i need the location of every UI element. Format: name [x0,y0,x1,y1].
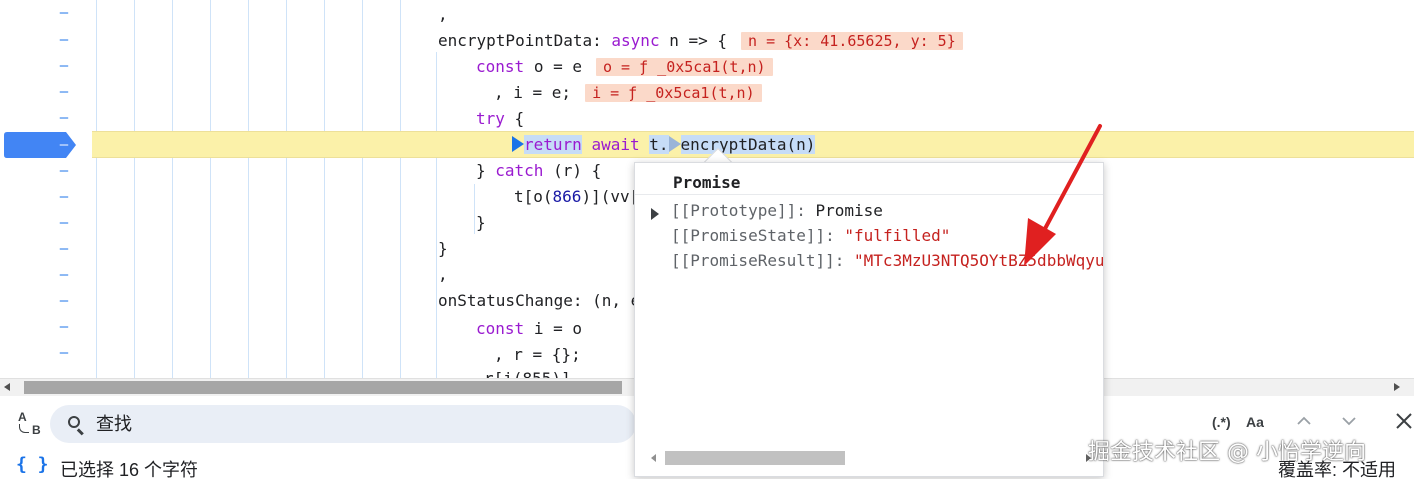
property-row-promise-state[interactable]: [[PromiseState]]: "fulfilled" [671,224,950,248]
inline-value-n[interactable]: n = {x: 41.65625, y: 5} [741,32,963,50]
code-line: try { [476,109,525,128]
scroll-left-arrow-icon[interactable] [651,454,656,462]
gutter-line-mark[interactable]: – [52,158,76,184]
indent-guide [436,52,437,378]
code-line: , [438,5,448,24]
chevron-up-icon[interactable] [1297,414,1311,428]
gutter-line-mark[interactable]: – [52,184,76,210]
indent-guide [134,0,135,378]
pretty-print-braces-icon[interactable]: { } [16,454,49,475]
indent-guide [400,0,401,378]
indent-guide [96,0,97,378]
indent-guide [172,0,173,378]
indent-guide [362,0,363,378]
gutter-line-mark[interactable]: – [52,288,76,314]
scroll-left-arrow-icon[interactable] [4,383,10,391]
search-icon [68,416,84,436]
hovered-expression[interactable]: encryptData(n) [680,135,816,154]
gutter-line-mark[interactable]: – [52,0,76,26]
scrollbar-thumb[interactable] [665,451,845,465]
scroll-right-arrow-icon[interactable] [1394,383,1400,391]
step-into-marker-icon[interactable] [512,136,524,152]
search-input[interactable] [96,405,616,443]
property-row-prototype[interactable]: [[Prototype]]: Promise [671,199,883,223]
regex-toggle-button[interactable]: (.*) [1212,414,1231,430]
popover-horizontal-scrollbar[interactable] [645,447,1091,467]
indent-guide [474,184,475,234]
code-line: } [476,213,486,232]
indent-guide [324,0,325,378]
indent-guide [210,0,211,378]
gutter-line-mark-active[interactable]: – [52,132,76,158]
code-line-current: return await t. encryptData(n) [512,132,816,158]
selected-return-keyword: return [524,135,582,154]
code-line: , [438,265,448,284]
search-box[interactable] [50,405,636,443]
annotation-arrow-icon [1024,124,1102,266]
code-line: } catch (r) { [476,161,602,180]
code-line: } [438,239,448,258]
code-line: r[i(855)] [484,366,571,378]
gutter-line-mark[interactable]: – [52,314,76,340]
expand-triangle-icon[interactable] [651,208,659,220]
popover-title: Promise [673,173,741,192]
watermark-text: 掘金技术社区 @ 小怡学逆向 [1088,440,1366,465]
code-line: , r = {}; [494,345,581,364]
gutter-line-mark[interactable]: – [52,236,76,262]
code-line: const o = eo = ƒ _0x5ca1(t,n) [476,54,773,80]
selection-status: 已选择 16 个字符 [60,460,199,479]
chevron-down-icon[interactable] [1342,414,1356,428]
code-line: , i = e; i = ƒ _0x5ca1(t,n) [494,80,762,106]
indent-guide [248,0,249,378]
gutter-line-mark[interactable]: – [52,105,76,131]
inline-value-o[interactable]: o = ƒ _0x5ca1(t,n) [595,58,773,76]
close-icon[interactable] [1394,411,1414,431]
scrollbar-thumb[interactable] [24,381,622,394]
match-case-button[interactable]: Aa [1246,414,1264,430]
code-line: t[o(866)](vv[ [514,187,640,206]
indent-guide [286,0,287,378]
gutter-line-mark[interactable]: – [52,340,76,366]
gutter-line-mark[interactable]: – [52,27,76,53]
gutter-line-mark[interactable]: – [52,262,76,288]
call-marker-icon[interactable] [668,136,681,152]
inline-value-i[interactable]: i = ƒ _0x5ca1(t,n) [585,84,762,102]
code-line: onStatusChange: (n, e [438,291,641,310]
gutter-line-mark[interactable]: – [52,210,76,236]
code-line: const i = o [476,319,582,338]
case-sensitive-toggle-icon[interactable]: AB [16,410,44,438]
gutter-line-mark[interactable]: – [52,53,76,79]
gutter-line-mark[interactable]: – [52,79,76,105]
code-line: encryptPointData: async n => {n = {x: 41… [438,28,963,54]
